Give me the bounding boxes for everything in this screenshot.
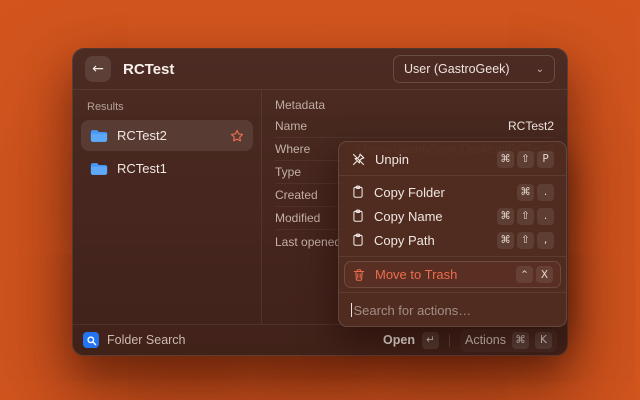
launcher-window: ← RCTest User (GastroGeek) ⌄ Results RCT… <box>72 48 568 356</box>
cmd-keycap: ⌘ <box>512 332 529 349</box>
star-icon <box>230 129 244 143</box>
cmd-keycap: ⌘ <box>517 184 534 201</box>
arrow-left-icon: ← <box>92 61 104 77</box>
list-item-rctest2[interactable]: RCTest2 <box>81 120 253 151</box>
period-keycap: . <box>537 208 554 225</box>
user-dropdown-value: User (GastroGeek) <box>404 62 510 76</box>
menu-item-label: Move to Trash <box>375 267 457 282</box>
menu-item-copy-path[interactable]: Copy Path ⌘ ⇧ , <box>344 228 561 252</box>
p-keycap: P <box>537 151 554 168</box>
clipboard-icon <box>351 233 365 247</box>
folder-icon <box>90 162 108 176</box>
cmd-keycap: ⌘ <box>497 151 514 168</box>
actions-menu: Unpin ⌘ ⇧ P Copy Folder ⌘ . Copy Name <box>338 141 567 327</box>
command-name: Folder Search <box>107 333 186 347</box>
menu-item-copy-folder[interactable]: Copy Folder ⌘ . <box>344 180 561 204</box>
list-item-label: RCTest2 <box>117 128 167 143</box>
k-keycap: K <box>535 332 552 349</box>
pin-slash-icon <box>351 152 366 167</box>
list-item-rctest1[interactable]: RCTest1 <box>81 153 253 184</box>
chevron-down-icon: ⌄ <box>536 64 544 75</box>
clipboard-icon <box>351 185 365 199</box>
list-item-label: RCTest1 <box>117 161 167 176</box>
results-section-label: Results <box>81 96 253 120</box>
shift-keycap: ⇧ <box>517 208 534 225</box>
actions-search-input[interactable] <box>353 303 554 318</box>
comma-keycap: , <box>537 232 554 249</box>
menu-item-copy-name[interactable]: Copy Name ⌘ ⇧ . <box>344 204 561 228</box>
menu-item-label: Copy Name <box>374 209 443 224</box>
x-keycap: X <box>536 266 553 283</box>
menu-item-move-to-trash[interactable]: Move to Trash ⌃ X <box>344 261 561 288</box>
trash-icon <box>352 268 366 282</box>
actions-button[interactable]: Actions ⌘ K <box>460 329 557 352</box>
menu-divider <box>339 292 566 293</box>
cmd-keycap: ⌘ <box>497 208 514 225</box>
cmd-keycap: ⌘ <box>497 232 514 249</box>
menu-item-label: Unpin <box>375 152 409 167</box>
footer-divider <box>449 334 450 347</box>
ctrl-keycap: ⌃ <box>516 266 533 283</box>
shift-keycap: ⇧ <box>517 151 534 168</box>
results-panel: Results RCTest2 RCTest1 <box>73 90 262 324</box>
folder-icon <box>90 129 108 143</box>
metadata-heading: Metadata <box>275 92 554 115</box>
footer-bar: Folder Search Open ↵ Actions ⌘ K <box>73 324 567 355</box>
shift-keycap: ⇧ <box>517 232 534 249</box>
menu-item-unpin[interactable]: Unpin ⌘ ⇧ P <box>344 147 561 171</box>
open-button-label[interactable]: Open <box>383 333 415 347</box>
menu-divider <box>339 175 566 176</box>
user-dropdown[interactable]: User (GastroGeek) ⌄ <box>393 55 555 83</box>
window-header: ← RCTest User (GastroGeek) ⌄ <box>73 49 567 90</box>
footer-actions: Open ↵ Actions ⌘ K <box>383 329 557 352</box>
actions-button-label: Actions <box>465 333 506 347</box>
actions-search <box>344 297 561 321</box>
metadata-row-name: Name RCTest2 <box>275 115 554 138</box>
folder-search-icon <box>83 332 99 348</box>
menu-divider <box>339 256 566 257</box>
back-button[interactable]: ← <box>85 56 111 82</box>
menu-item-label: Copy Folder <box>374 185 445 200</box>
page-title: RCTest <box>123 61 174 78</box>
menu-item-label: Copy Path <box>374 233 435 248</box>
period-keycap: . <box>537 184 554 201</box>
enter-keycap: ↵ <box>422 332 439 349</box>
clipboard-icon <box>351 209 365 223</box>
text-caret <box>351 303 352 317</box>
